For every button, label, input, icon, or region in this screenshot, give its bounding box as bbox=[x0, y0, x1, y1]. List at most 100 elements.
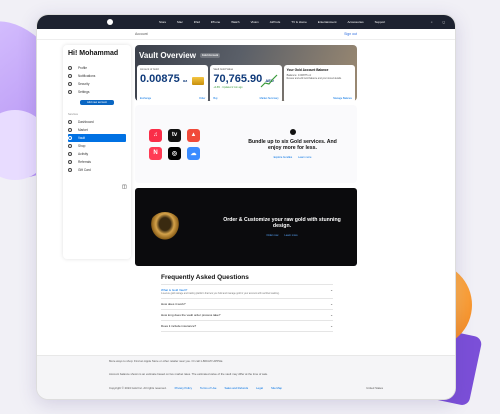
promo-heading: Order & Customize your raw gold with stu… bbox=[223, 216, 341, 230]
sidebar-item-settings[interactable]: Settings bbox=[68, 88, 126, 96]
subnav-title: Account bbox=[135, 32, 148, 36]
buy-link[interactable]: Buy bbox=[213, 97, 217, 100]
sidebar-item-notifications[interactable]: Notifications bbox=[68, 72, 126, 80]
bag-icon bbox=[68, 144, 72, 148]
promo-banner: Order & Customize your raw gold with stu… bbox=[135, 188, 357, 266]
fitness-icon: ◎ bbox=[168, 146, 181, 160]
chevron-down-icon[interactable]: ⌄ bbox=[330, 302, 333, 306]
sidebar-item-profile[interactable]: Profile bbox=[68, 64, 126, 72]
chevron-down-icon[interactable]: ⌄ bbox=[330, 324, 333, 328]
faq-item[interactable]: How long does the vault order process ta… bbox=[161, 310, 333, 321]
gold-amount-card: Amount of Gold 0.00875 oz Exchange Order bbox=[137, 65, 209, 103]
footer-link[interactable]: Privacy Policy bbox=[175, 386, 192, 390]
sidebar-account-items: Profile Notifications Security Settings bbox=[68, 64, 126, 96]
vault-hero: Vault Overview Gold Account Amount of Go… bbox=[135, 45, 357, 103]
sidebar-section-label: Services bbox=[68, 113, 78, 116]
footer-link[interactable]: Legal bbox=[256, 386, 263, 390]
trend-chart-icon bbox=[260, 74, 278, 88]
bag-icon[interactable]: ◻ bbox=[443, 20, 446, 24]
icloud-icon: ☁ bbox=[187, 146, 200, 160]
nav-link[interactable]: iPad bbox=[194, 20, 200, 24]
sidebar-item-vault[interactable]: Vault bbox=[68, 134, 126, 142]
sidebar-item-dashboard[interactable]: Dashboard bbox=[68, 118, 126, 126]
bundle-heading: Bundle up to six Gold services. And enjo… bbox=[248, 138, 337, 152]
chevron-down-icon[interactable]: ⌄ bbox=[330, 313, 333, 317]
balance-note: Review and edit Gold balance and your st… bbox=[286, 78, 342, 80]
faq-title: Frequently Asked Questions bbox=[161, 274, 249, 281]
tv-icon: tv bbox=[168, 128, 181, 142]
sidebar-item-security[interactable]: Security bbox=[68, 80, 126, 88]
sidebar-item-market[interactable]: Market bbox=[68, 126, 126, 134]
sign-out-link[interactable]: Sign out bbox=[344, 32, 357, 36]
card-links: Manage Balance bbox=[287, 97, 352, 100]
market-summary-link[interactable]: Market Summary bbox=[260, 97, 279, 100]
faq-item[interactable]: Does it include insurance? ⌄ bbox=[161, 321, 333, 332]
faq-question: Does it include insurance? bbox=[161, 324, 197, 328]
shield-icon bbox=[68, 82, 72, 86]
sidebar-item-label: Vault bbox=[78, 136, 86, 140]
sidebar-item-label: Activity bbox=[78, 152, 89, 156]
faq-list: What is Gold Vault? A secure gold storage… bbox=[161, 284, 333, 332]
greeting: Hi! Mohammad bbox=[68, 50, 119, 57]
gift-icon bbox=[68, 160, 72, 164]
vault-value-card: Vault Gold Value 70,765.90 AED +0.8% · U… bbox=[210, 65, 282, 103]
faq-item[interactable]: How does it work? ⌄ bbox=[161, 299, 333, 310]
news-icon: N bbox=[149, 146, 162, 160]
card-icon bbox=[68, 168, 72, 172]
arcade-icon: ▲ bbox=[187, 128, 200, 142]
sidebar-item-activity[interactable]: Activity bbox=[68, 150, 126, 158]
card-label: Amount of Gold bbox=[140, 68, 159, 71]
gold-ring-image bbox=[149, 212, 182, 242]
manage-balance-link[interactable]: Manage Balance bbox=[333, 97, 352, 100]
sidebar-item-referrals[interactable]: Referrals bbox=[68, 158, 126, 166]
page-title: Vault Overview bbox=[139, 51, 196, 60]
region-selector[interactable]: United States bbox=[366, 386, 383, 390]
chevron-down-icon[interactable]: ⌄ bbox=[330, 288, 333, 295]
clock-icon bbox=[68, 152, 72, 156]
sidebar-item-label: Settings bbox=[78, 90, 90, 94]
order-link[interactable]: Order bbox=[199, 97, 205, 100]
exchange-link[interactable]: Exchange bbox=[140, 97, 151, 100]
sidebar-item-label: Market bbox=[78, 128, 88, 132]
account-badge: Gold Account bbox=[199, 53, 221, 58]
footer-help: More ways to shop: Find an Apple Store o… bbox=[109, 359, 224, 363]
sidebar-item-label: Profile bbox=[78, 66, 88, 70]
promo-learn-more-link[interactable]: Learn more bbox=[284, 234, 297, 237]
add-account-button[interactable]: Add new account bbox=[80, 100, 114, 105]
promo-text: Order & Customize your raw gold with stu… bbox=[221, 217, 343, 238]
explore-bundles-link[interactable]: Explore bundles bbox=[274, 156, 293, 159]
faq-question: How long does the vault order process ta… bbox=[161, 313, 221, 317]
search-icon[interactable]: ⌕ bbox=[431, 20, 433, 24]
sidebar-item-gift-card[interactable]: Gift Card bbox=[68, 166, 126, 174]
faq-answer: A secure gold storage and trading platfo… bbox=[161, 293, 280, 295]
bundle-learn-more-link[interactable]: Learn more bbox=[298, 156, 311, 159]
nav-link[interactable]: AirPods bbox=[270, 20, 281, 24]
card-label: Your Gold Account Balance bbox=[286, 68, 329, 72]
sidebar: Hi! Mohammad Profile Notifications Securit… bbox=[63, 45, 131, 259]
nav-link[interactable]: Accessories bbox=[347, 20, 363, 24]
nav-link[interactable]: TV & Home bbox=[291, 20, 307, 24]
sidebar-item-shop[interactable]: Shop bbox=[68, 142, 126, 150]
footer-link[interactable]: Site Map bbox=[271, 386, 282, 390]
sidebar-item-label: Referrals bbox=[78, 160, 91, 164]
footer-link[interactable]: Terms of Use bbox=[200, 386, 216, 390]
nav-link[interactable]: Support bbox=[375, 20, 386, 24]
nav-link[interactable]: iPhone bbox=[211, 20, 220, 24]
chart-icon bbox=[68, 128, 72, 132]
sidebar-item-label: Dashboard bbox=[78, 120, 94, 124]
nav-link[interactable]: Watch bbox=[231, 20, 239, 24]
footer-link[interactable]: Sales and Refunds bbox=[224, 386, 248, 390]
nav-link[interactable]: Vision bbox=[251, 20, 259, 24]
faq-item[interactable]: What is Gold Vault? A secure gold storage… bbox=[161, 284, 333, 299]
bell-icon bbox=[68, 74, 72, 78]
grid-icon bbox=[68, 120, 72, 124]
nav-link[interactable]: Entertainment bbox=[318, 20, 337, 24]
logo-icon[interactable] bbox=[107, 19, 113, 25]
main-layout: Hi! Mohammad Profile Notifications Securit… bbox=[37, 40, 455, 266]
order-now-link[interactable]: Order now bbox=[266, 234, 278, 237]
copyright: Copyright © 2024 Gold Inc. All rights re… bbox=[109, 386, 167, 390]
nav-link[interactable]: Store bbox=[159, 20, 166, 24]
sidebar-toggle-icon[interactable]: ◫ bbox=[122, 184, 127, 190]
nav-link[interactable]: Mac bbox=[177, 20, 183, 24]
global-nav-links: Store Mac iPad iPhone Watch Vision AirPods TV &… bbox=[159, 20, 385, 24]
